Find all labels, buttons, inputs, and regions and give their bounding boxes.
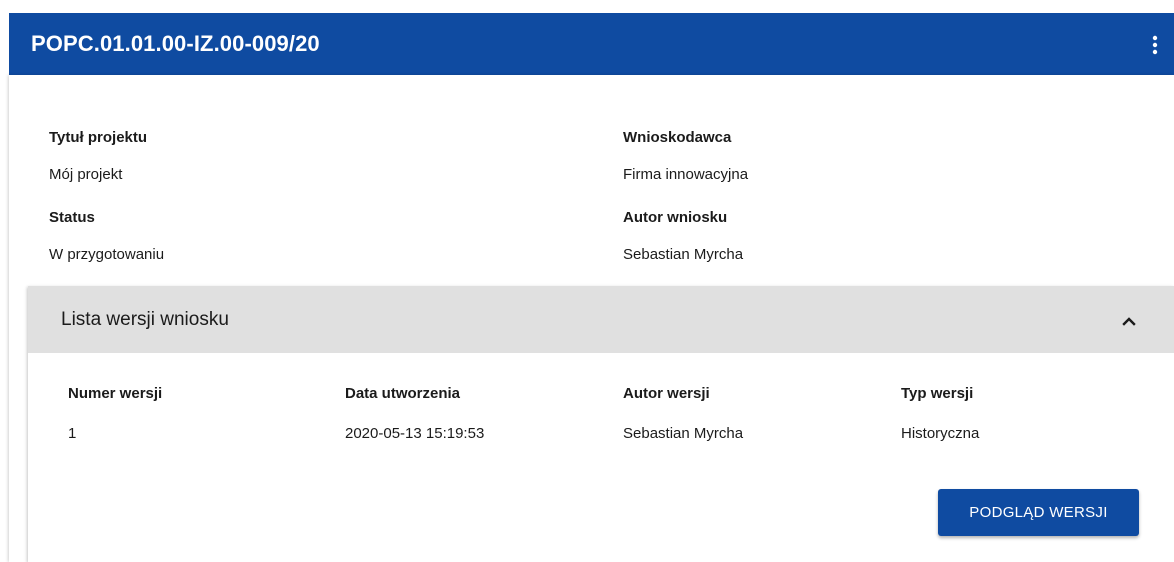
version-list-header[interactable]: Lista wersji wniosku	[28, 286, 1174, 353]
more-vertical-icon[interactable]	[1147, 35, 1163, 55]
project-number-title: POPC.01.01.00-IZ.00-009/20	[31, 31, 320, 56]
version-type-cell: Historyczna	[901, 425, 980, 442]
project-header: POPC.01.01.00-IZ.00-009/20	[9, 13, 1174, 75]
version-number-cell: 1	[68, 425, 77, 442]
preview-version-button[interactable]: PODGLĄD WERSJI	[938, 489, 1139, 536]
status-label: Status	[49, 209, 95, 226]
version-author-cell: Sebastian Myrcha	[623, 425, 744, 442]
column-header-version-type: Typ wersji	[901, 385, 974, 402]
version-list-section: Lista wersji wniosku Numer wersji Data u…	[28, 286, 1174, 562]
column-header-version-number: Numer wersji	[68, 385, 163, 402]
applicant-label: Wnioskodawca	[623, 129, 732, 146]
applicant-value: Firma innowacyjna	[623, 166, 749, 183]
project-title-value: Mój projekt	[49, 166, 123, 183]
page: POPC.01.01.00-IZ.00-009/20 Tytuł projekt…	[0, 0, 1174, 562]
status-value: W przygotowaniu	[49, 246, 165, 263]
version-list-title: Lista wersji wniosku	[61, 309, 229, 330]
application-author-label: Autor wniosku	[623, 209, 728, 226]
project-title-label: Tytuł projektu	[49, 129, 148, 146]
chevron-up-icon[interactable]	[1122, 313, 1136, 326]
column-header-version-author: Autor wersji	[623, 385, 710, 402]
application-author-value: Sebastian Myrcha	[623, 246, 744, 263]
column-header-created-date: Data utworzenia	[345, 385, 461, 402]
created-date-cell: 2020-05-13 15:19:53	[345, 425, 485, 442]
